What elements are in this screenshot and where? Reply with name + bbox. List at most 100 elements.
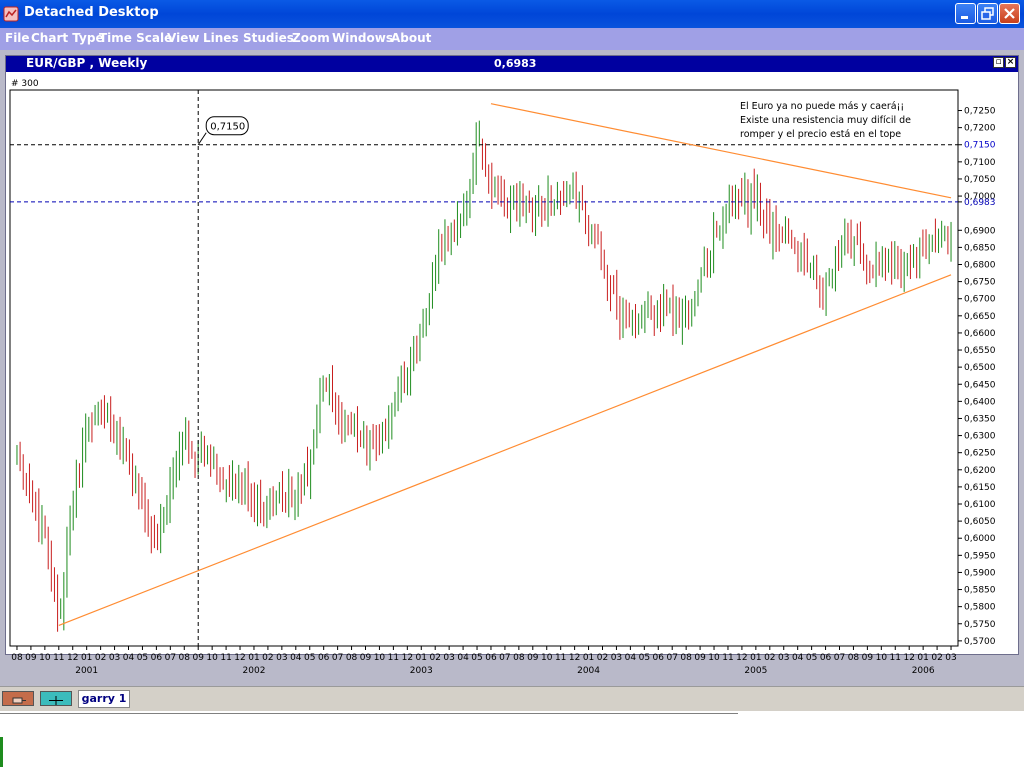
minimize-button[interactable]: [955, 3, 976, 24]
x-year-label: 2002: [243, 666, 266, 676]
x-tick-label: 11: [220, 653, 231, 663]
console-divider: [0, 713, 738, 714]
price-chart[interactable]: 0,7150 El Euro ya no puede más y caerá¡¡ E…: [6, 86, 1018, 680]
x-axis: 08 09 10 11 12 01 02 03 04 05 06 07 08 09 10 11 12 01 02 03…: [11, 646, 957, 676]
x-tick-label: 09: [25, 653, 37, 663]
y-tick-label: 0,5850: [964, 586, 996, 596]
x-tick-label: 10: [206, 653, 218, 663]
x-tick-label: 08: [680, 653, 692, 663]
x-tick-label: 12: [234, 653, 245, 663]
x-tick-label: 03: [276, 653, 287, 663]
x-tick-label: 11: [53, 653, 64, 663]
x-tick-label: 05: [639, 653, 650, 663]
x-tick-label: 11: [722, 653, 733, 663]
y-tick-label: 0,5750: [964, 620, 996, 630]
x-tick-label: 12: [736, 653, 747, 663]
pin-icon: [12, 697, 26, 704]
bottom-toolbar: garry 1: [0, 686, 1024, 711]
chart-window-header[interactable]: EUR/GBP , Weekly 0,6983 ▫ ×: [6, 56, 1018, 72]
x-tick-label: 05: [806, 653, 817, 663]
y-tick-label: 0,6100: [964, 500, 996, 510]
menu-zoom[interactable]: Zoom: [292, 31, 330, 45]
x-tick-label: 02: [764, 653, 775, 663]
x-tick-label: 12: [67, 653, 78, 663]
x-tick-label: 05: [137, 653, 148, 663]
x-year-label: 2006: [912, 666, 935, 676]
x-year-label: 2004: [577, 666, 600, 676]
crosshair-button[interactable]: [40, 691, 72, 706]
x-year-label: 2001: [75, 666, 98, 676]
x-tick-label: 06: [485, 653, 497, 663]
x-tick-label: 09: [527, 653, 539, 663]
y-tick-label: 0,6150: [964, 483, 996, 493]
console-panel[interactable]: [0, 711, 1024, 768]
y-tick-label: 0,6450: [964, 380, 996, 390]
x-tick-label: 02: [95, 653, 106, 663]
y-tick-label: 0,7150: [964, 141, 996, 151]
menu-about[interactable]: About: [391, 31, 431, 45]
x-tick-label: 04: [457, 653, 469, 663]
x-tick-label: 12: [569, 653, 580, 663]
x-tick-label: 02: [262, 653, 273, 663]
x-tick-label: 08: [513, 653, 525, 663]
x-tick-label: 02: [931, 653, 942, 663]
workspace-tab[interactable]: garry 1: [78, 690, 130, 708]
x-tick-label: 08: [179, 653, 191, 663]
x-tick-label: 03: [109, 653, 120, 663]
x-tick-label: 12: [903, 653, 914, 663]
y-tick-label: 0,6400: [964, 397, 996, 407]
chart-window-title: EUR/GBP , Weekly: [26, 56, 148, 70]
pin-button[interactable]: [2, 691, 34, 706]
y-tick-label: 0,6350: [964, 414, 996, 424]
x-tick-label: 06: [820, 653, 832, 663]
annotation-text: Existe una resistencia muy difícil de: [740, 115, 911, 126]
x-tick-label: 07: [499, 653, 510, 663]
chart-close-button[interactable]: ×: [1005, 57, 1016, 68]
x-tick-label: 07: [666, 653, 677, 663]
x-tick-label: 06: [151, 653, 163, 663]
menu-file[interactable]: File: [5, 31, 30, 45]
x-tick-label: 01: [248, 653, 259, 663]
x-tick-label: 07: [332, 653, 343, 663]
plot-area: [9, 89, 959, 647]
y-tick-label: 0,6600: [964, 329, 996, 339]
x-tick-label: 02: [597, 653, 608, 663]
menu-studies[interactable]: Studies: [243, 31, 294, 45]
x-tick-label: 06: [653, 653, 665, 663]
y-tick-label: 0,6550: [964, 346, 996, 356]
y-tick-label: 0,6500: [964, 363, 996, 373]
menu-view[interactable]: View: [167, 31, 199, 45]
window-title: Detached Desktop: [24, 5, 159, 20]
x-tick-label: 08: [11, 653, 23, 663]
menu-bar: File Chart Type Time Scale View Lines St…: [0, 28, 1024, 50]
x-tick-label: 10: [374, 653, 386, 663]
x-tick-label: 12: [402, 653, 413, 663]
x-tick-label: 01: [81, 653, 92, 663]
close-button[interactable]: [999, 3, 1020, 24]
x-tick-label: 03: [945, 653, 956, 663]
x-tick-label: 04: [123, 653, 135, 663]
menu-windows[interactable]: Windows: [332, 31, 393, 45]
x-tick-label: 08: [848, 653, 860, 663]
y-tick-label: 0,6650: [964, 312, 996, 322]
restore-button[interactable]: [977, 3, 998, 24]
menu-lines[interactable]: Lines: [203, 31, 239, 45]
y-tick-label: 0,6900: [964, 226, 996, 236]
y-tick-label: 0,7050: [964, 175, 996, 185]
y-tick-label: 0,6850: [964, 243, 996, 253]
chart-restore-button[interactable]: ▫: [993, 57, 1004, 68]
menu-time-scale[interactable]: Time Scale: [99, 31, 172, 45]
x-tick-label: 06: [318, 653, 330, 663]
x-year-label: 2003: [410, 666, 433, 676]
annotation-text: romper y el precio está en el tope: [740, 129, 901, 140]
x-tick-label: 04: [290, 653, 302, 663]
app-icon: [3, 6, 19, 22]
y-tick-label: 0,5900: [964, 568, 996, 578]
y-tick-label: 0,6250: [964, 449, 996, 459]
x-tick-label: 03: [778, 653, 789, 663]
x-tick-label: 10: [708, 653, 720, 663]
menu-chart-type[interactable]: Chart Type: [31, 31, 104, 45]
x-tick-label: 07: [834, 653, 845, 663]
x-tick-label: 01: [917, 653, 928, 663]
y-axis: 0,72500,72000,71500,71000,70500,70000,69…: [958, 107, 996, 647]
